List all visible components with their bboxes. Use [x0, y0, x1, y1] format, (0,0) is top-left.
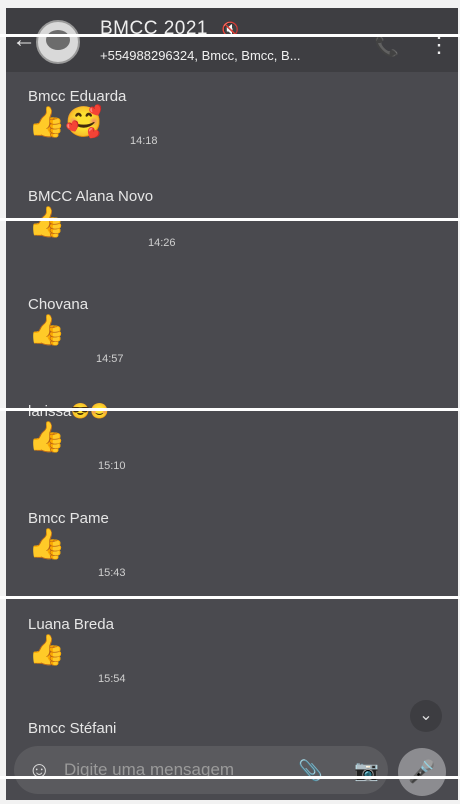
microphone-button[interactable]: 🎤	[398, 748, 446, 796]
message-content: 👍	[28, 206, 66, 239]
message-sender: Bmcc Stéfani	[28, 720, 117, 737]
message-item: larissa😎😊 👍 15:10	[28, 402, 198, 472]
message-sender: larissa😎😊	[28, 403, 109, 420]
message-content: 👍	[28, 528, 66, 561]
message-input-bar: ☺ Digite uma mensagem 📎 📷	[14, 746, 388, 794]
chat-screen: ← BMCC 2021 🔇 +554988296324, Bmcc, Bmcc,…	[6, 8, 458, 800]
message-time: 15:54	[98, 673, 126, 685]
scan-artifact-line	[0, 218, 460, 221]
message-time: 15:10	[98, 460, 126, 472]
scan-artifact-line	[0, 596, 460, 599]
scan-artifact-line	[0, 408, 460, 411]
message-item: Chovana 👍 14:57	[28, 296, 198, 365]
group-avatar[interactable]	[36, 20, 80, 64]
message-time: 14:57	[96, 353, 124, 365]
back-arrow-icon[interactable]: ←	[12, 26, 36, 54]
message-sender: Bmcc Eduarda	[28, 88, 127, 105]
phone-add-icon[interactable]: 📞	[374, 34, 399, 59]
camera-icon[interactable]: 📷	[354, 758, 379, 783]
chat-header: ← BMCC 2021 🔇 +554988296324, Bmcc, Bmcc,…	[6, 8, 458, 72]
message-time: 15:43	[98, 567, 126, 579]
message-sender: BMCC Alana Novo	[28, 188, 154, 205]
message-time: 14:18	[130, 135, 158, 147]
group-members: +554988296324, Bmcc, Bmcc, B...	[100, 48, 301, 63]
double-chevron-down-icon: ⌄	[419, 707, 433, 724]
scan-artifact-line	[0, 34, 460, 37]
message-content: 👍	[28, 634, 66, 667]
message-item: Luana Breda 👍 15:54	[28, 616, 198, 685]
microphone-icon: 🎤	[408, 759, 436, 784]
emoji-icon[interactable]: ☺	[28, 757, 50, 783]
message-content: 👍🥰	[28, 106, 103, 139]
message-content: 👍	[28, 314, 66, 347]
message-sender: Bmcc Pame	[28, 510, 109, 527]
scroll-down-button[interactable]: ⌄	[410, 700, 442, 732]
paperclip-icon[interactable]: 📎	[298, 758, 323, 783]
message-sender: Chovana	[28, 296, 89, 313]
scan-artifact-line	[0, 776, 460, 779]
message-item: Bmcc Stéfani	[28, 720, 198, 737]
message-item: BMCC Alana Novo 👍 14:26	[28, 188, 198, 255]
message-content: 👍	[28, 421, 66, 454]
message-item: Bmcc Pame 👍 15:43	[28, 510, 198, 579]
message-list[interactable]: Bmcc Eduarda 👍🥰 14:18 BMCC Alana Novo 👍 …	[6, 72, 458, 742]
message-sender: Luana Breda	[28, 616, 114, 633]
message-time: 14:26	[148, 237, 176, 249]
message-item: Bmcc Eduarda 👍🥰 14:18	[28, 88, 198, 155]
